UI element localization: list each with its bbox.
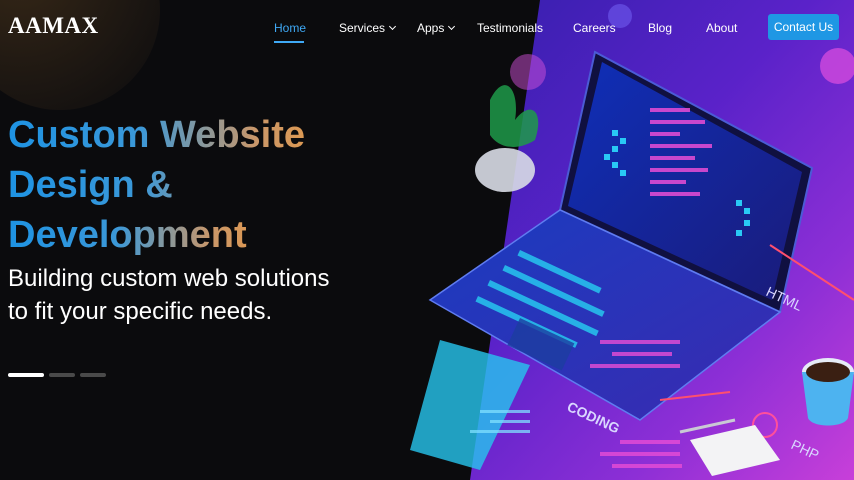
hero-headline: Custom Website Design & Development [8, 110, 368, 260]
nav-about-label: About [706, 21, 738, 35]
nav-active-indicator [274, 41, 304, 43]
slide-indicator-2[interactable] [49, 373, 75, 377]
nav-testimonials[interactable]: Testimonials [477, 21, 543, 35]
slider-indicators [8, 373, 106, 377]
nav-blog[interactable]: Blog [648, 21, 672, 35]
hero-subtitle: Building custom web solutions to fit you… [8, 265, 330, 325]
nav-testimonials-label: Testimonials [477, 21, 544, 35]
nav-apps-label: Apps [417, 21, 445, 35]
slide-indicator-3[interactable] [80, 373, 106, 377]
main-nav: Home Services Apps Testimonials Careers … [0, 0, 854, 56]
nav-about[interactable]: About [706, 21, 737, 35]
headline-line: Custom Website [8, 110, 368, 160]
nav-services-label: Services [339, 21, 386, 35]
nav-blog-label: Blog [648, 21, 673, 35]
nav-careers[interactable]: Careers [573, 21, 616, 35]
headline-line: Design & [8, 160, 368, 210]
nav-home[interactable]: Home [274, 21, 306, 35]
headline-line: Development [8, 210, 368, 260]
nav-apps[interactable]: Apps [417, 21, 456, 35]
slide-indicator-1[interactable] [8, 373, 44, 377]
contact-us-button[interactable]: Contact Us [768, 14, 839, 40]
chevron-down-icon [388, 22, 397, 30]
nav-home-label: Home [274, 21, 307, 35]
chevron-down-icon [448, 22, 456, 30]
nav-careers-label: Careers [573, 21, 616, 35]
nav-services[interactable]: Services [339, 21, 397, 35]
